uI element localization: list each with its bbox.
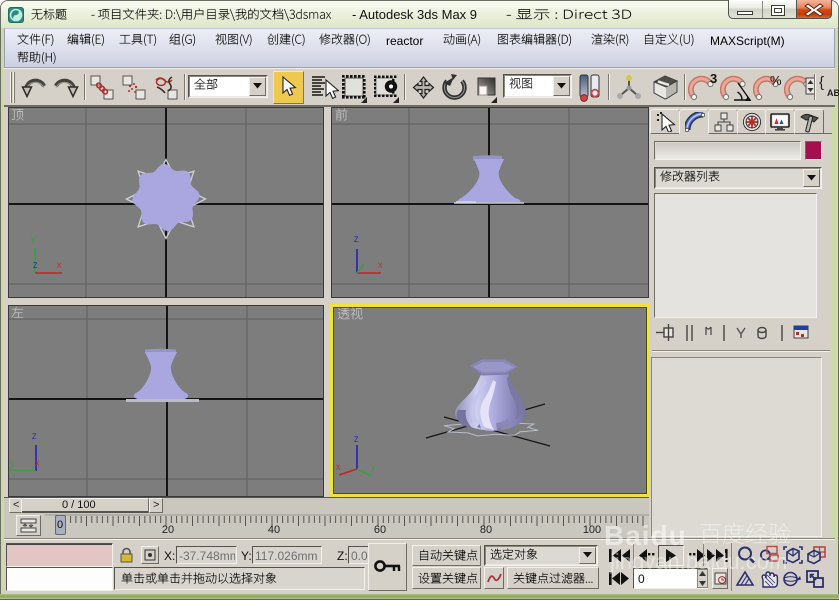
- svg-text:%: %: [770, 73, 782, 88]
- svg-text:3: 3: [710, 73, 717, 86]
